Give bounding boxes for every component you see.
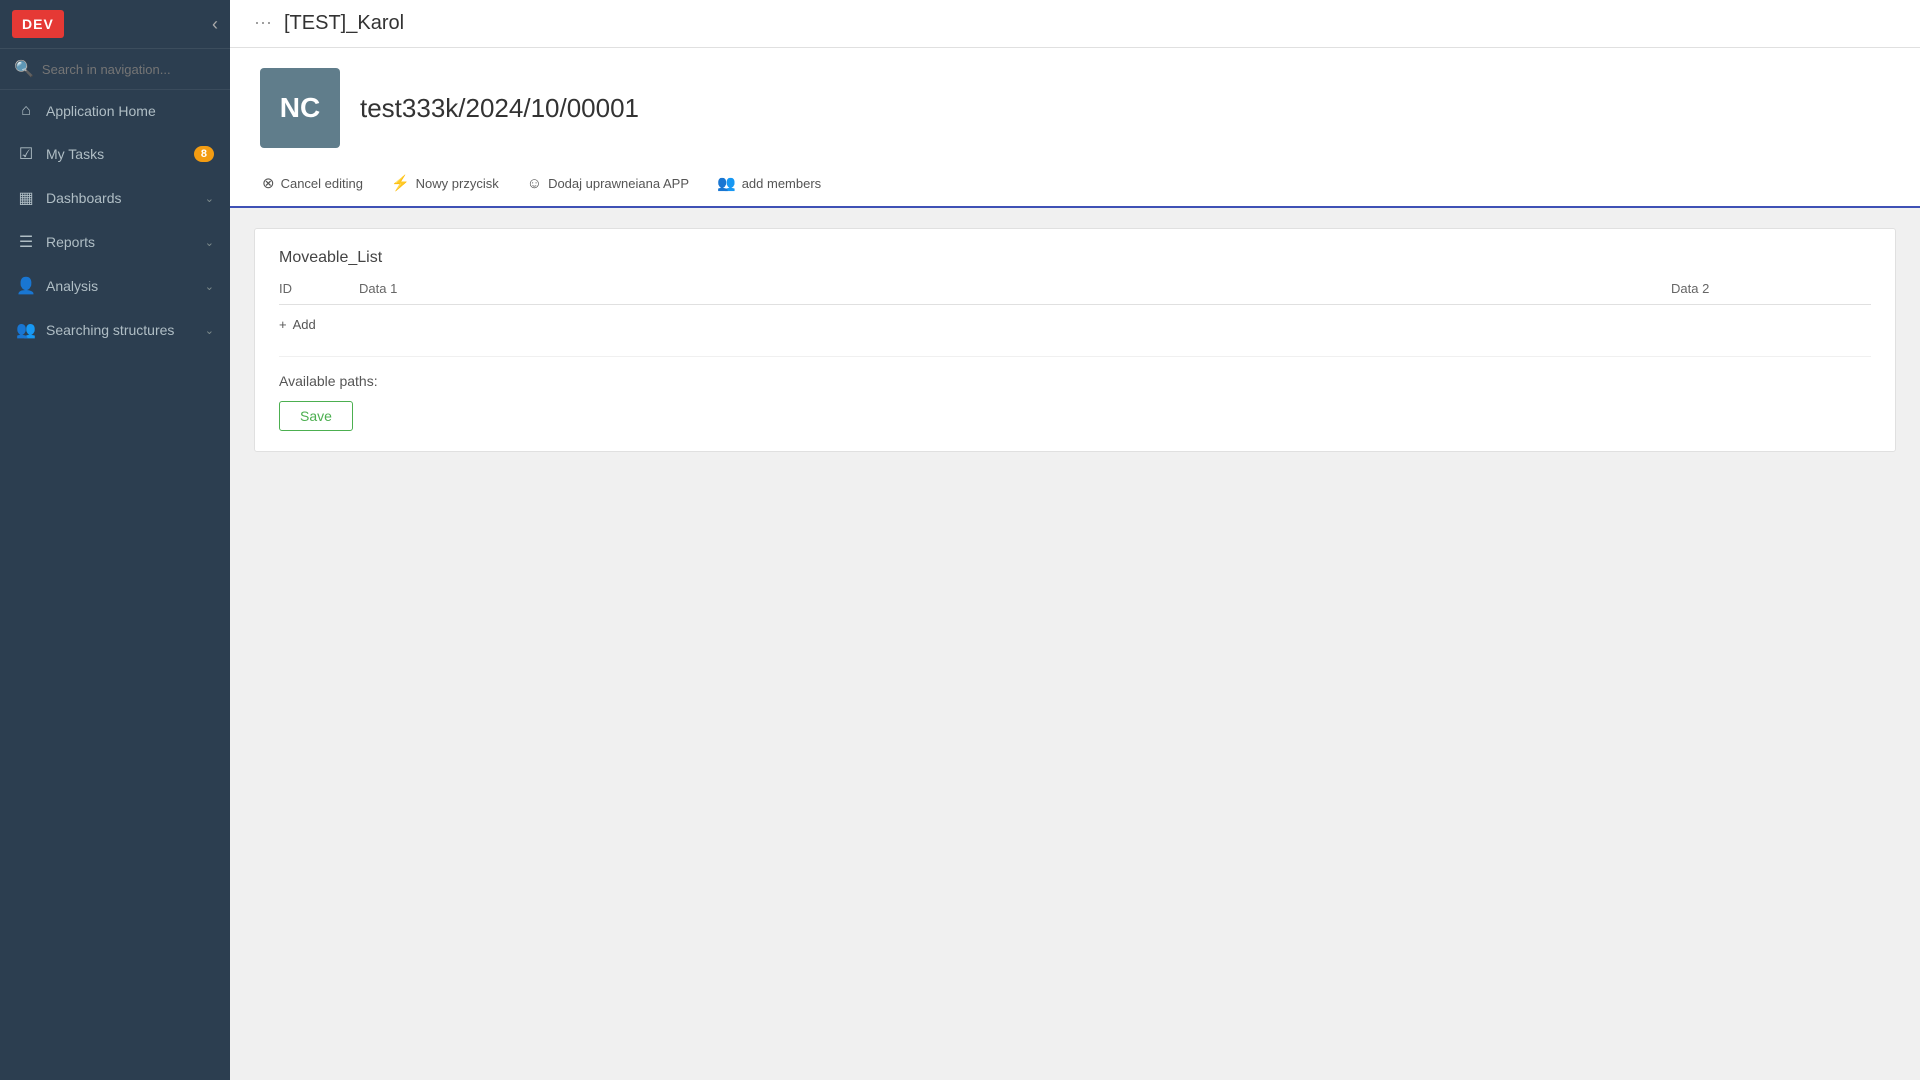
nowy-przycisk-label: Nowy przycisk [416, 176, 499, 191]
record-actions: ⊗ Cancel editing ⚡ Nowy przycisk ☺ Dodaj… [260, 160, 1890, 206]
sidebar-item-analysis[interactable]: 👤 Analysis ⌄ [0, 264, 230, 308]
sidebar-item-label: Analysis [46, 278, 195, 294]
record-id: test333k/2024/10/00001 [360, 93, 639, 124]
add-row-button[interactable]: + Add [279, 309, 316, 340]
lightning-icon: ⚡ [391, 174, 410, 192]
content-card: Moveable_List ID Data 1 Data 2 + Add Ava… [254, 228, 1896, 452]
moveable-list-title: Moveable_List [279, 249, 1871, 267]
record-area: NC test333k/2024/10/00001 ⊗ Cancel editi… [230, 48, 1920, 1080]
smiley-icon: ☺ [527, 175, 542, 192]
sidebar-item-searching-structures[interactable]: 👥 Searching structures ⌄ [0, 308, 230, 352]
record-header: NC test333k/2024/10/00001 ⊗ Cancel editi… [230, 48, 1920, 208]
reports-icon: ☰ [16, 232, 36, 252]
avatar: NC [260, 68, 340, 148]
column-header-id: ID [279, 281, 359, 296]
sidebar: DEV ‹ 🔍 ⌂ Application Home ☑ My Tasks 8 … [0, 0, 230, 1080]
sidebar-item-application-home[interactable]: ⌂ Application Home [0, 90, 230, 132]
topbar: ⋯ [TEST]_Karol [230, 0, 1920, 48]
chevron-down-icon: ⌄ [205, 280, 214, 293]
page-title: [TEST]_Karol [284, 12, 404, 35]
chevron-down-icon: ⌄ [205, 192, 214, 205]
sidebar-item-label: My Tasks [46, 146, 184, 162]
paths-section: Available paths: Save [279, 356, 1871, 431]
add-label: Add [293, 317, 316, 332]
column-header-data2: Data 2 [1671, 281, 1871, 296]
search-icon: 🔍 [14, 59, 34, 79]
tasks-icon: ☑ [16, 144, 36, 164]
plus-icon: + [279, 317, 287, 332]
search-input[interactable] [42, 62, 216, 77]
column-header-data1: Data 1 [359, 281, 1671, 296]
dodaj-uprawneiana-label: Dodaj uprawneiana APP [548, 176, 689, 191]
sidebar-item-label: Reports [46, 234, 195, 250]
analysis-icon: 👤 [16, 276, 36, 296]
sidebar-collapse-button[interactable]: ‹ [212, 14, 218, 35]
grid-icon[interactable]: ⋯ [254, 13, 272, 34]
sidebar-search-container: 🔍 [0, 49, 230, 90]
searching-structures-icon: 👥 [16, 320, 36, 340]
cancel-editing-label: Cancel editing [281, 176, 363, 191]
dodaj-uprawneiana-button[interactable]: ☺ Dodaj uprawneiana APP [525, 171, 691, 196]
record-title-row: NC test333k/2024/10/00001 [260, 68, 1890, 148]
sidebar-item-label: Dashboards [46, 190, 195, 206]
sidebar-nav: ⌂ Application Home ☑ My Tasks 8 ▦ Dashbo… [0, 90, 230, 1080]
chevron-down-icon: ⌄ [205, 236, 214, 249]
save-button[interactable]: Save [279, 401, 353, 431]
add-members-button[interactable]: 👥 add members [715, 170, 823, 196]
sidebar-item-label: Application Home [46, 103, 214, 119]
add-person-icon: 👥 [717, 174, 736, 192]
nowy-przycisk-button[interactable]: ⚡ Nowy przycisk [389, 170, 501, 196]
sidebar-header: DEV ‹ [0, 0, 230, 49]
sidebar-item-reports[interactable]: ☰ Reports ⌄ [0, 220, 230, 264]
main-content: ⋯ [TEST]_Karol NC test333k/2024/10/00001… [230, 0, 1920, 1080]
dev-badge: DEV [12, 10, 64, 38]
table-header: ID Data 1 Data 2 [279, 281, 1871, 305]
home-icon: ⌂ [16, 102, 36, 120]
cancel-icon: ⊗ [262, 174, 275, 192]
tasks-badge: 8 [194, 146, 214, 162]
sidebar-item-dashboards[interactable]: ▦ Dashboards ⌄ [0, 176, 230, 220]
dashboards-icon: ▦ [16, 188, 36, 208]
cancel-editing-button[interactable]: ⊗ Cancel editing [260, 170, 365, 196]
chevron-down-icon: ⌄ [205, 324, 214, 337]
paths-label: Available paths: [279, 373, 1871, 389]
sidebar-item-my-tasks[interactable]: ☑ My Tasks 8 [0, 132, 230, 176]
add-members-label: add members [742, 176, 821, 191]
sidebar-item-label: Searching structures [46, 322, 195, 338]
